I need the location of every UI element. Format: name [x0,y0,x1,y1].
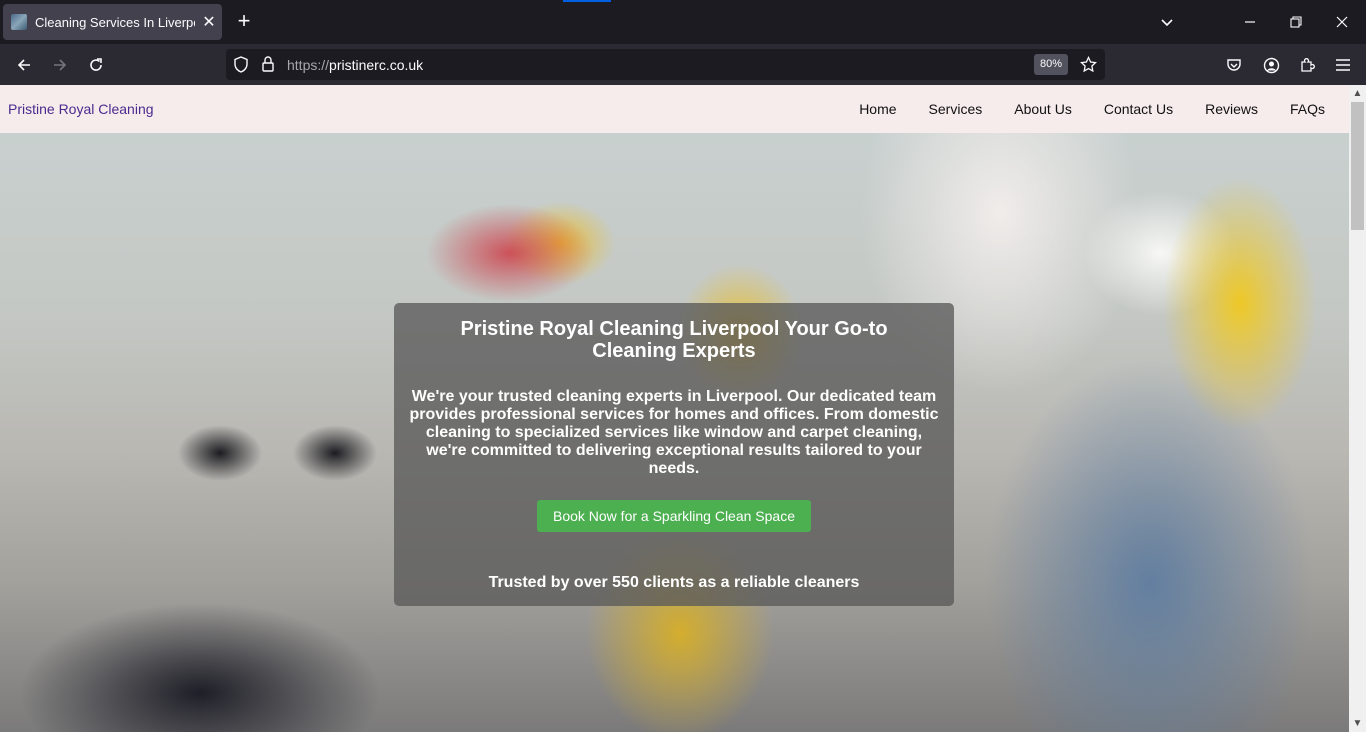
scrollbar-thumb[interactable] [1351,102,1364,230]
url-scheme: https:// [287,57,330,73]
url-host: pristinerc.co.uk [329,57,424,73]
active-tab[interactable]: Cleaning Services In Liverpool ✕ [3,4,222,40]
tab-drop-indicator [563,0,611,2]
hero-description: We're your trusted cleaning experts in L… [409,388,939,477]
pocket-icon[interactable] [1221,52,1247,78]
reload-icon[interactable] [83,52,109,78]
page-scrollbar[interactable]: ▲ ▼ [1349,85,1366,732]
book-now-button[interactable]: Book Now for a Sparkling Clean Space [536,500,812,532]
nav-link-reviews[interactable]: Reviews [1205,101,1258,117]
nav-link-home[interactable]: Home [859,101,896,117]
site-nav: Home Services About Us Contact Us Review… [827,101,1325,117]
scroll-up-arrow-icon[interactable]: ▲ [1349,85,1366,102]
hero-title: Pristine Royal Cleaning Liverpool Your G… [460,318,888,362]
nav-link-faqs[interactable]: FAQs [1290,101,1325,117]
nav-link-contact-us[interactable]: Contact Us [1104,101,1173,117]
list-all-tabs-chevron-icon[interactable] [1155,10,1179,34]
address-bar[interactable]: https://pristinerc.co.uk 80% [226,49,1105,80]
hero-background-image: Pristine Royal Cleaning Liverpool Your G… [0,133,1349,732]
tracking-protection-shield-icon[interactable] [233,56,249,78]
minimize-icon[interactable] [1238,10,1262,34]
brand-link[interactable]: Pristine Royal Cleaning [8,101,154,117]
lock-icon[interactable] [261,55,275,78]
trusted-clients-text: Trusted by over 550 clients as a reliabl… [488,574,860,591]
hamburger-menu-icon[interactable] [1330,52,1356,78]
close-window-icon[interactable] [1330,10,1354,34]
hero-card: Pristine Royal Cleaning Liverpool Your G… [394,303,954,606]
tab-title: Cleaning Services In Liverpool [35,14,195,30]
account-icon[interactable] [1258,52,1284,78]
scroll-down-arrow-icon[interactable]: ▼ [1349,715,1366,732]
tab-strip: Cleaning Services In Liverpool ✕ + [0,0,1366,44]
tab-close-icon[interactable]: ✕ [199,12,219,32]
restore-icon[interactable] [1284,10,1308,34]
url-text[interactable]: https://pristinerc.co.uk [287,57,423,73]
navigation-toolbar: https://pristinerc.co.uk 80% [0,44,1366,85]
bookmark-star-icon[interactable] [1080,55,1097,78]
forward-arrow-icon[interactable] [47,52,73,78]
nav-link-about-us[interactable]: About Us [1014,101,1072,117]
web-page: Pristine Royal Cleaning Home Services Ab… [0,85,1349,732]
nav-link-services[interactable]: Services [929,101,983,117]
site-favicon-icon [11,14,27,30]
extensions-puzzle-icon[interactable] [1294,52,1320,78]
back-arrow-icon[interactable] [11,52,37,78]
site-header: Pristine Royal Cleaning Home Services Ab… [0,85,1349,133]
zoom-level-badge[interactable]: 80% [1034,54,1069,75]
new-tab-button[interactable]: + [232,10,256,34]
